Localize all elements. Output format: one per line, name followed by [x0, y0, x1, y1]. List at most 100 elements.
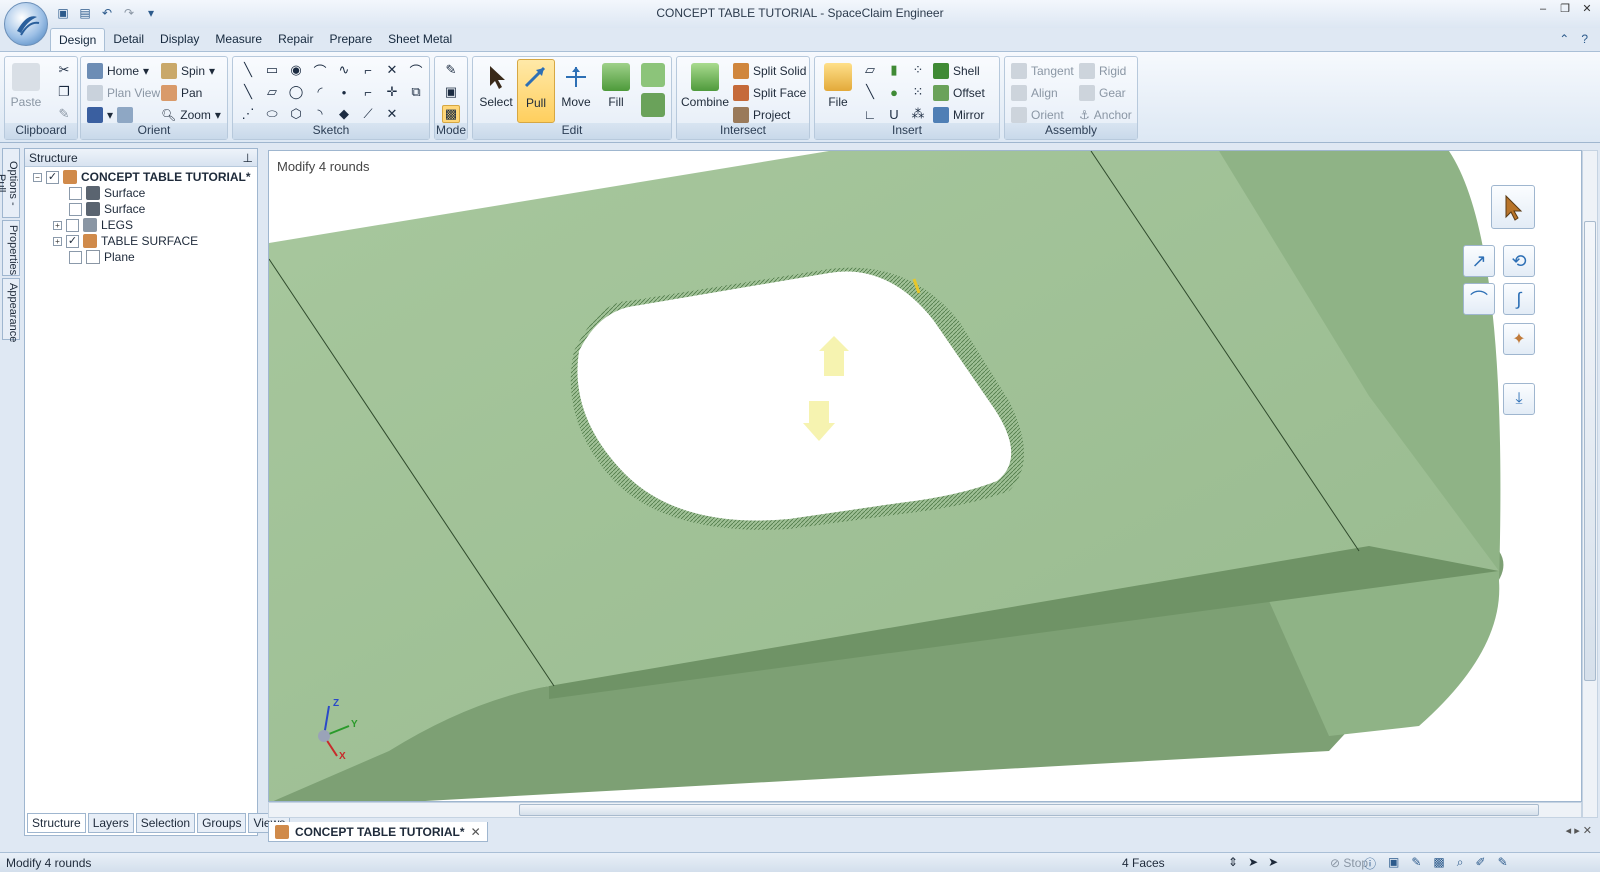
mirror-button[interactable]: Mirror	[933, 105, 984, 125]
move-button[interactable]: Move	[557, 59, 595, 123]
point-tool-icon[interactable]: •	[335, 83, 353, 101]
sweep-tool[interactable]: ⌒	[1463, 283, 1495, 315]
revolve-tool[interactable]: ⟲	[1503, 245, 1535, 277]
tab-sheet-metal[interactable]: Sheet Metal	[380, 28, 460, 52]
sphere-icon[interactable]: ●	[885, 83, 903, 101]
help-icon[interactable]: ?	[1581, 32, 1588, 46]
slot-tool-icon[interactable]: ⬭	[263, 105, 281, 123]
up-down-arrows-icon[interactable]: ⇕	[1228, 855, 1238, 869]
selection-count[interactable]: 4 Faces	[1122, 856, 1165, 870]
tab-groups[interactable]: Groups	[197, 813, 247, 833]
minimize-ribbon-icon[interactable]: ⌃	[1559, 32, 1569, 46]
visibility-checkbox[interactable]	[69, 202, 82, 216]
pan-button[interactable]: Pan	[161, 83, 202, 103]
sketch-icon[interactable]: ✎	[1411, 855, 1421, 872]
table-model[interactable]	[269, 151, 1582, 802]
array-icon[interactable]: ⁂	[909, 105, 927, 123]
next-tab-icon[interactable]: ▸	[1574, 825, 1580, 837]
info-icon[interactable]: ⓘ	[1364, 855, 1376, 872]
cut-icon[interactable]: ✂	[55, 61, 73, 79]
rectangle-tool-icon[interactable]: ▭	[263, 61, 281, 79]
offset-button[interactable]: Offset	[933, 83, 985, 103]
project-button[interactable]: Project	[733, 105, 790, 125]
face-curve-icon[interactable]: ◆	[335, 105, 353, 123]
stop-button[interactable]: ⊘ Stop	[1330, 856, 1368, 870]
tab-structure[interactable]: Structure	[27, 813, 86, 833]
split-face-button[interactable]: Split Face	[733, 83, 806, 103]
polygon-tool-icon[interactable]: ▱	[263, 83, 281, 101]
previous-tab-icon[interactable]: ◂	[1566, 825, 1572, 837]
line-tool-icon[interactable]: ╲	[239, 61, 257, 79]
view-icon[interactable]: ▣	[1388, 855, 1399, 872]
horizontal-scroll-thumb[interactable]	[519, 804, 1539, 816]
view-cube-button[interactable]: ▾	[87, 105, 134, 125]
sketch-mode-icon[interactable]: ✎	[442, 61, 460, 79]
tree-item-table-surface[interactable]: + ✓ TABLE SURFACE	[53, 233, 198, 249]
up-to-tool[interactable]: ✦	[1503, 323, 1535, 355]
spin-button[interactable]: Spin ▾	[161, 61, 215, 81]
select-cursor-icon[interactable]: ➤	[1248, 855, 1258, 869]
close-icon[interactable]: ✕	[471, 825, 481, 839]
origin-icon[interactable]: ∟	[861, 105, 879, 123]
draft-tool[interactable]: ∫	[1503, 283, 1535, 315]
section-mode-icon[interactable]: ▣	[442, 83, 460, 101]
grid-pattern-icon[interactable]: ⁙	[909, 83, 927, 101]
sweep-arc-icon[interactable]: ◜	[311, 83, 329, 101]
home-button[interactable]: Home ▾	[87, 61, 149, 81]
3d-mode-icon[interactable]: ▩	[442, 105, 460, 123]
visibility-checkbox[interactable]: ✓	[66, 234, 79, 248]
pull-button[interactable]: Pull	[517, 59, 555, 123]
pin-icon[interactable]: ⊥	[243, 151, 253, 165]
split-solid-button[interactable]: Split Solid	[733, 61, 806, 81]
tab-selection[interactable]: Selection	[135, 813, 196, 833]
tree-item-root[interactable]: − ✓ CONCEPT TABLE TUTORIAL*	[33, 169, 251, 185]
shell-button[interactable]: Shell	[933, 61, 980, 81]
circle-tool-icon[interactable]: ◉	[287, 61, 305, 79]
replace-icon[interactable]	[641, 63, 665, 87]
format-painter-icon[interactable]: ✎	[55, 105, 73, 123]
visibility-checkbox[interactable]: ✓	[46, 170, 59, 184]
visibility-checkbox[interactable]	[69, 186, 82, 200]
rigid-button[interactable]: Rigid	[1079, 61, 1126, 81]
select-mini-tool[interactable]	[1491, 185, 1535, 229]
paste-button[interactable]: Paste	[7, 59, 45, 123]
document-tab[interactable]: CONCEPT TABLE TUTORIAL* ✕	[268, 822, 488, 842]
tab-prepare[interactable]: Prepare	[321, 28, 380, 52]
select-button[interactable]: Select	[477, 59, 515, 123]
collapse-icon[interactable]: −	[33, 172, 42, 182]
tab-detail[interactable]: Detail	[105, 28, 152, 52]
plan-view-button[interactable]: Plan View	[87, 83, 160, 103]
bend-icon[interactable]: ✕	[383, 105, 401, 123]
tab-design[interactable]: Design	[50, 28, 106, 52]
vertical-scrollbar[interactable]	[1582, 150, 1598, 818]
tab-properties[interactable]: Properties	[2, 220, 20, 276]
tab-repair[interactable]: Repair	[270, 28, 321, 52]
expand-icon[interactable]: +	[53, 236, 62, 246]
anchor-button[interactable]: ⚓︎ Anchor	[1079, 105, 1132, 125]
align-button[interactable]: Align	[1011, 83, 1058, 103]
tab-display[interactable]: Display	[152, 28, 207, 52]
combine-button[interactable]: Combine	[681, 59, 729, 123]
tree-item-surface-2[interactable]: Surface	[69, 201, 145, 217]
visibility-checkbox[interactable]	[69, 250, 82, 264]
plane-icon[interactable]: ▱	[861, 61, 879, 79]
pull-direction-tool[interactable]: ↗	[1463, 245, 1495, 277]
pattern-icon[interactable]: ⁘	[909, 61, 927, 79]
visibility-checkbox[interactable]	[66, 218, 79, 232]
construction-line-icon[interactable]: ⋰	[239, 105, 257, 123]
tree-item-surface-1[interactable]: Surface	[69, 185, 145, 201]
tangent-button[interactable]: Tangent	[1011, 61, 1074, 81]
close-icon[interactable]: ✕	[1580, 2, 1594, 16]
vertical-scroll-thumb[interactable]	[1584, 221, 1596, 681]
zoom-button[interactable]: 🔍︎ Zoom ▾	[161, 105, 221, 125]
minimize-icon[interactable]: –	[1536, 2, 1550, 16]
pen-icon[interactable]: ✐	[1476, 855, 1486, 872]
project-curve-icon[interactable]: ⟋	[359, 105, 377, 123]
polygon-circle-icon[interactable]: ⬡	[287, 105, 305, 123]
ellipse-tool-icon[interactable]: ◯	[287, 83, 305, 101]
file-button[interactable]: File	[819, 59, 857, 123]
restore-icon[interactable]: ❐	[1558, 2, 1572, 16]
tab-options-pull[interactable]: Options - Pull	[0, 148, 20, 218]
curve-tool-icon[interactable]: ⌒	[407, 61, 425, 79]
axis-icon[interactable]: ╲	[861, 83, 879, 101]
